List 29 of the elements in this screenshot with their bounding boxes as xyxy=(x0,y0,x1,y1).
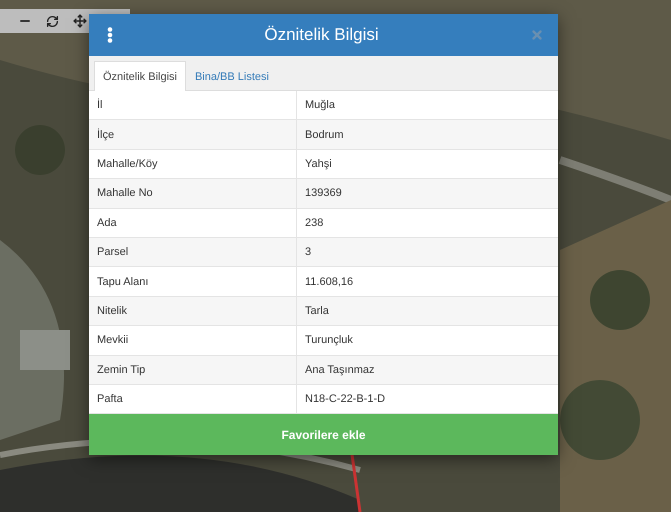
table-cell-text: Muğla xyxy=(304,98,336,114)
table-cell: Pafta xyxy=(89,384,297,414)
menu-icon[interactable] xyxy=(107,27,113,43)
table-cell: Mevkii xyxy=(89,326,297,355)
table-cell-text: Yahşi xyxy=(304,156,333,172)
tab[interactable]: Bina/BB Listesi xyxy=(186,61,278,91)
tab[interactable]: Öznitelik Bilgisi xyxy=(94,61,186,91)
add-to-favorites-button[interactable]: Favorilere ekle xyxy=(89,414,558,456)
table-cell: Nitelik xyxy=(89,296,297,326)
table-cell-text: N18-C-22-B-1-D xyxy=(304,392,386,408)
table-cell: Mahalle/Köy xyxy=(89,150,297,178)
table-cell-text: Ana Taşınmaz xyxy=(304,362,376,378)
move-icon[interactable] xyxy=(73,14,87,28)
table-cell-text: 3 xyxy=(304,245,312,260)
table-cell-text: 238 xyxy=(304,216,324,231)
dialog-title: Öznitelik Bilgisi xyxy=(264,25,379,45)
table-cell: İl xyxy=(89,91,297,120)
table-cell: Parsel xyxy=(89,238,297,266)
table-cell: Zemin Tip xyxy=(89,356,297,384)
table-cell: Mahalle No xyxy=(89,179,297,208)
table-cell-text: Bodrum xyxy=(304,128,345,143)
table-cell: Ada xyxy=(89,208,297,237)
table-cell-text: 11.608,16 xyxy=(304,274,354,290)
table-cell: İlçe xyxy=(89,120,297,149)
table-cell-text: Turunçluk xyxy=(304,333,354,348)
table-cell-text: Tarla xyxy=(304,304,330,319)
refresh-icon[interactable] xyxy=(46,14,59,28)
table-cell-text: 139369 xyxy=(304,186,343,202)
table-cell: Tapu Alanı xyxy=(89,267,297,296)
